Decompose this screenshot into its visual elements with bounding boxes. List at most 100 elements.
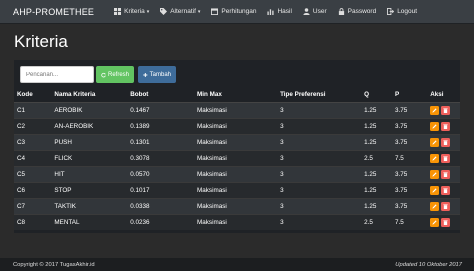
toolbar: Refresh Tambah [20, 66, 176, 83]
nav-hasil[interactable]: Hasil [267, 8, 292, 15]
aksi-cell [427, 149, 460, 166]
aksi-cell [427, 117, 460, 134]
kode-cell: C6 [14, 181, 52, 198]
bobot-cell: 0.3078 [127, 149, 195, 166]
edit-button[interactable] [430, 185, 440, 195]
nama-cell: TAKTIK [51, 197, 128, 214]
aksi-cell [427, 101, 460, 118]
nama-cell: AEROBIK [51, 101, 128, 118]
p-cell: 3.75 [391, 197, 428, 214]
refresh-button[interactable]: Refresh [96, 66, 134, 83]
edit-icon [432, 187, 437, 193]
minmax-cell: Maksimasi [194, 165, 278, 182]
nav-hasil-label: Hasil [277, 8, 292, 15]
table-row: C5 HIT 0.0570 Maksimasi 3 1.25 3.75 [14, 165, 460, 182]
q-cell: 1.25 [361, 197, 392, 214]
tipe-cell: 3 [277, 133, 362, 150]
nama-cell: PUSH [51, 133, 128, 150]
q-cell: 1.25 [361, 101, 392, 118]
bobot-cell: 0.1017 [127, 181, 195, 198]
edit-button[interactable] [430, 105, 440, 115]
minmax-cell: Maksimasi [194, 133, 278, 150]
kode-cell: C2 [14, 117, 52, 134]
q-cell: 1.25 [361, 181, 392, 198]
brand[interactable]: AHP-PROMETHEE [13, 7, 94, 17]
nav-password-label: Password [347, 8, 377, 15]
edit-button[interactable] [430, 137, 440, 147]
bobot-cell: 0.1389 [127, 117, 195, 134]
calendar-icon [211, 8, 219, 15]
nama-cell: STOP [51, 181, 128, 198]
nama-cell: FLICK [51, 149, 128, 166]
edit-icon [432, 203, 437, 209]
delete-button[interactable] [441, 201, 451, 211]
col-p[interactable]: P [391, 88, 428, 103]
logout-icon [387, 8, 395, 15]
minmax-cell: Maksimasi [194, 197, 278, 214]
edit-button[interactable] [430, 201, 440, 211]
edit-icon [432, 155, 437, 161]
user-icon [303, 8, 310, 15]
grid-icon [114, 8, 122, 15]
bobot-cell: 0.0236 [127, 213, 195, 230]
delete-button[interactable] [441, 105, 451, 115]
delete-button[interactable] [441, 121, 451, 131]
col-nama-kriteria[interactable]: Nama Kriteria [51, 88, 128, 103]
delete-button[interactable] [441, 185, 451, 195]
tipe-cell: 3 [277, 213, 362, 230]
chart-icon [267, 9, 275, 15]
edit-button[interactable] [430, 169, 440, 179]
trash-icon [443, 220, 448, 225]
aksi-cell [427, 181, 460, 198]
edit-icon [432, 220, 437, 225]
kode-cell: C1 [14, 101, 52, 118]
col-q[interactable]: Q [361, 88, 392, 103]
kode-cell: C5 [14, 165, 52, 182]
delete-button[interactable] [441, 169, 451, 179]
col-bobot[interactable]: Bobot [127, 88, 195, 103]
nav-perhitungan[interactable]: Perhitungan [211, 8, 256, 15]
bobot-cell: 0.1467 [127, 101, 195, 118]
nav-user-label: User [312, 8, 327, 15]
trash-icon [443, 123, 448, 129]
trash-icon [443, 203, 448, 209]
edit-icon [432, 107, 437, 113]
table-row: C3 PUSH 0.1301 Maksimasi 3 1.25 3.75 [14, 133, 460, 150]
aksi-cell [427, 165, 460, 182]
edit-button[interactable] [430, 217, 440, 227]
edit-button[interactable] [430, 121, 440, 131]
col-kode[interactable]: Kode [14, 88, 52, 103]
nav-alternatif[interactable]: Alternatif ▾ [160, 8, 200, 15]
kode-cell: C8 [14, 213, 52, 230]
kode-cell: C7 [14, 197, 52, 214]
minmax-cell: Maksimasi [194, 101, 278, 118]
p-cell: 3.75 [391, 165, 428, 182]
tambah-button[interactable]: Tambah [138, 66, 176, 83]
tipe-cell: 3 [277, 149, 362, 166]
nav-user[interactable]: User [303, 8, 327, 15]
tipe-cell: 3 [277, 101, 362, 118]
caret-down-icon: ▾ [146, 8, 150, 15]
search-input[interactable] [20, 66, 94, 83]
col-min-max[interactable]: Min Max [194, 88, 278, 103]
nav-password[interactable]: Password [338, 8, 377, 15]
nav-kriteria[interactable]: Kriteria ▾ [114, 8, 149, 15]
aksi-cell [427, 197, 460, 214]
edit-icon [432, 171, 437, 177]
q-cell: 2.5 [361, 213, 392, 230]
trash-icon [443, 171, 448, 177]
tipe-cell: 3 [277, 165, 362, 182]
edit-button[interactable] [430, 153, 440, 163]
col-tipe-preferensi[interactable]: Tipe Preferensi [277, 88, 362, 103]
nav-logout[interactable]: Logout [387, 8, 417, 15]
delete-button[interactable] [441, 137, 451, 147]
updated-text: Updated 10 Oktober 2017 [395, 261, 462, 268]
footer: Copyright © 2017 TugasAkhir.id Updated 1… [0, 258, 474, 271]
delete-button[interactable] [441, 217, 451, 227]
tag-icon [160, 8, 168, 15]
q-cell: 1.25 [361, 165, 392, 182]
trash-icon [443, 187, 448, 193]
delete-button[interactable] [441, 153, 451, 163]
q-cell: 1.25 [361, 117, 392, 134]
aksi-cell [427, 133, 460, 150]
